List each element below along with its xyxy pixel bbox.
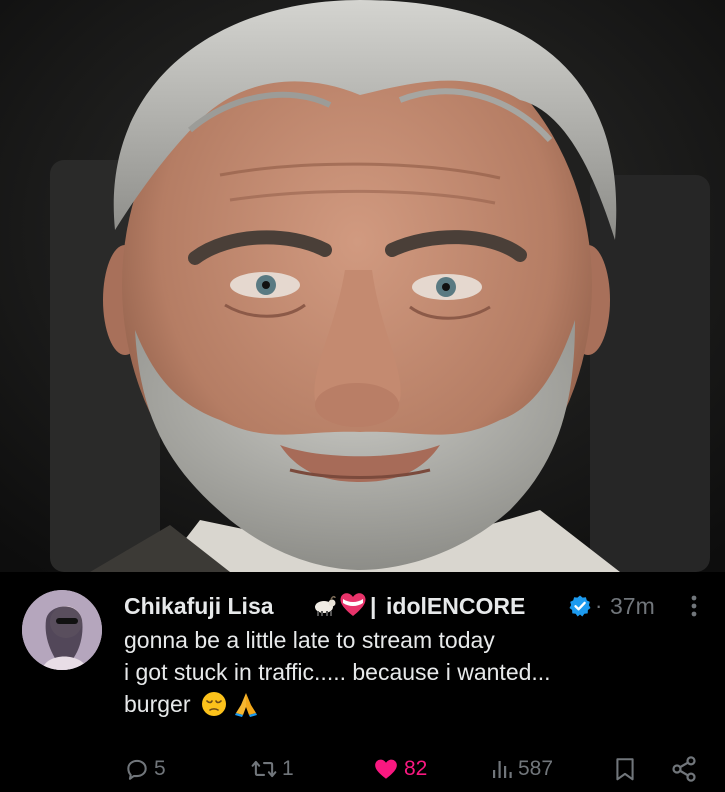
avatar-image [22,590,102,670]
action-bar: 5 1 82 587 [124,754,704,784]
goat-emoji-icon [312,594,336,622]
share-button[interactable] [670,754,698,784]
repost-button[interactable]: 1 [250,754,294,784]
avatar[interactable] [22,590,102,670]
tweet: Chikafuji Lisa | idolENCORE · 37m gonna … [0,572,725,792]
secondary-name: idolENCORE [386,593,526,619]
tweet-text-line: gonna be a little late to stream today [124,627,495,653]
verified-badge-icon[interactable] [568,594,592,623]
view-count: 587 [518,757,554,780]
tweet-text-line: i got stuck in traffic..... because i wa… [124,659,551,685]
bookmark-button[interactable] [612,754,638,784]
tweet-text-line-last: burger [124,688,704,720]
name-separator: | [370,593,377,619]
pensive-face-emoji-icon [201,692,226,716]
tweet-text: gonna be a little late to stream today i… [124,624,704,720]
more-options-icon[interactable] [689,592,699,625]
share-icon [672,756,696,782]
bearded-man-portrait [0,0,725,572]
tweet-header: Chikafuji Lisa | idolENCORE · 37m [124,590,714,624]
like-button[interactable]: 82 [372,754,427,784]
post-screenshot: Chikafuji Lisa | idolENCORE · 37m gonna … [0,0,725,792]
post-time[interactable]: 37m [610,593,655,620]
views-icon [493,761,512,778]
like-count: 82 [404,757,428,780]
views-button[interactable]: 587 [490,754,553,784]
repost-icon [251,760,277,778]
folded-hands-emoji-icon [235,693,258,717]
bookmark-icon [616,758,634,781]
tweet-text-word: burger [124,691,191,717]
heart-ribbon-emoji-icon [338,590,368,623]
reply-icon [127,759,147,780]
display-name[interactable]: Chikafuji Lisa [124,593,274,620]
heart-icon [375,759,397,779]
reply-count: 5 [154,757,166,780]
post-image[interactable] [0,0,725,572]
reply-button[interactable]: 5 [124,754,166,784]
time-separator: · [595,593,603,618]
repost-count: 1 [282,757,294,780]
